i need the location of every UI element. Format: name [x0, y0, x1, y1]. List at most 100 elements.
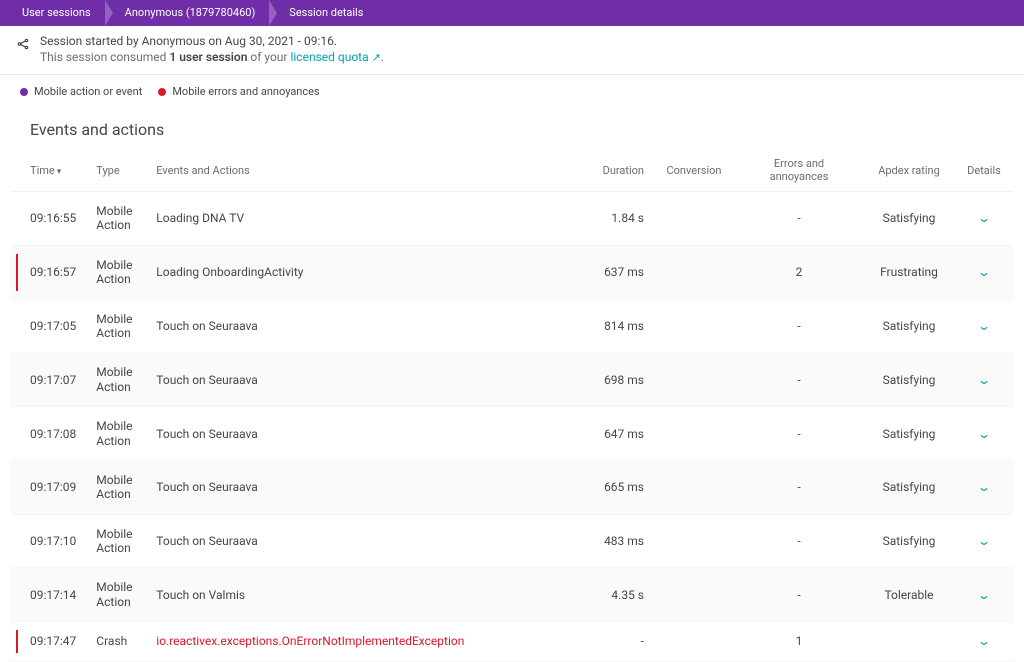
breadcrumb: User sessions Anonymous (1879780460) Ses… — [0, 0, 1024, 26]
expand-button[interactable]: ⌄ — [977, 319, 991, 333]
cell-action[interactable]: Touch on Seuraava — [146, 514, 584, 568]
cell-apdex: Satisfying — [864, 514, 954, 568]
section-title: Events and actions — [0, 102, 1024, 149]
cell-type: MobileAction — [86, 192, 146, 246]
cell-conversion — [654, 568, 734, 622]
breadcrumb-session-details[interactable]: Session details — [271, 0, 379, 26]
expand-button[interactable]: ⌄ — [977, 534, 991, 548]
cell-duration: 1.84 s — [584, 192, 654, 246]
table-row: 09:17:07MobileActionTouch on Seuraava698… — [10, 353, 1014, 407]
expand-button[interactable]: ⌄ — [977, 265, 991, 279]
cell-details: ⌄ — [954, 299, 1014, 353]
cell-apdex: Satisfying — [864, 460, 954, 514]
cell-conversion — [654, 514, 734, 568]
cell-action[interactable]: Touch on Seuraava — [146, 407, 584, 461]
licensed-quota-label: licensed quota — [290, 50, 368, 64]
cell-details: ⌄ — [954, 192, 1014, 246]
col-apdex[interactable]: Apdex rating — [864, 149, 954, 192]
cell-conversion — [654, 622, 734, 661]
table-row: 09:16:55MobileActionLoading DNA TV1.84 s… — [10, 192, 1014, 246]
cell-duration: - — [584, 622, 654, 661]
col-errors[interactable]: Errors and annoyances — [734, 149, 864, 192]
cell-time: 09:17:14 — [10, 568, 86, 622]
table-row: 09:17:10MobileActionTouch on Seuraava483… — [10, 514, 1014, 568]
session-start-text: Session started by Anonymous on Aug 30, … — [40, 34, 384, 48]
cell-time: 09:17:07 — [10, 353, 86, 407]
cell-apdex: Satisfying — [864, 407, 954, 461]
table-row: 09:17:14MobileActionTouch on Valmis4.35 … — [10, 568, 1014, 622]
share-icon — [16, 37, 30, 54]
cell-conversion — [654, 192, 734, 246]
cell-type: MobileAction — [86, 299, 146, 353]
cell-errors: - — [734, 460, 864, 514]
cell-action[interactable]: Touch on Seuraava — [146, 353, 584, 407]
session-header: Session started by Anonymous on Aug 30, … — [0, 26, 1024, 75]
col-conversion[interactable]: Conversion — [654, 149, 734, 192]
events-table: Time▾ Type Events and Actions Duration C… — [10, 149, 1014, 662]
cell-apdex: Frustrating — [864, 245, 954, 299]
breadcrumb-anonymous-user[interactable]: Anonymous (1879780460) — [107, 0, 272, 26]
cell-type: MobileAction — [86, 407, 146, 461]
legend: Mobile action or event Mobile errors and… — [0, 75, 1024, 102]
expand-button[interactable]: ⌄ — [977, 634, 991, 648]
cell-type: MobileAction — [86, 460, 146, 514]
dot-purple-icon — [20, 88, 28, 96]
cell-errors: - — [734, 299, 864, 353]
sort-caret-icon: ▾ — [57, 167, 62, 177]
table-row: 09:17:47Crashio.reactivex.exceptions.OnE… — [10, 622, 1014, 661]
cell-errors: 2 — [734, 245, 864, 299]
cell-type: MobileAction — [86, 353, 146, 407]
quota-count: 1 user session — [169, 50, 247, 64]
cell-apdex — [864, 622, 954, 661]
cell-duration: 665 ms — [584, 460, 654, 514]
table-row: 09:17:09MobileActionTouch on Seuraava665… — [10, 460, 1014, 514]
cell-action[interactable]: Loading DNA TV — [146, 192, 584, 246]
cell-errors: - — [734, 192, 864, 246]
table-row: 09:17:08MobileActionTouch on Seuraava647… — [10, 407, 1014, 461]
col-time[interactable]: Time▾ — [10, 149, 86, 192]
breadcrumb-user-sessions[interactable]: User sessions — [4, 0, 107, 26]
cell-details: ⌄ — [954, 245, 1014, 299]
legend-mobile-action: Mobile action or event — [20, 85, 142, 98]
expand-button[interactable]: ⌄ — [977, 211, 991, 225]
cell-action[interactable]: Loading OnboardingActivity — [146, 245, 584, 299]
cell-duration: 483 ms — [584, 514, 654, 568]
error-marker — [16, 630, 18, 652]
expand-button[interactable]: ⌄ — [977, 373, 991, 387]
cell-time: 09:17:10 — [10, 514, 86, 568]
cell-type: MobileAction — [86, 568, 146, 622]
licensed-quota-link[interactable]: licensed quota ↗ — [290, 50, 380, 64]
col-events[interactable]: Events and Actions — [146, 149, 584, 192]
col-type[interactable]: Type — [86, 149, 146, 192]
cell-details: ⌄ — [954, 353, 1014, 407]
external-link-icon: ↗ — [372, 51, 381, 64]
error-marker — [16, 254, 18, 291]
expand-button[interactable]: ⌄ — [977, 427, 991, 441]
cell-time: 09:17:09 — [10, 460, 86, 514]
cell-time: 09:17:47 — [10, 622, 86, 661]
cell-action[interactable]: io.reactivex.exceptions.OnErrorNotImplem… — [146, 622, 584, 661]
cell-action[interactable]: Touch on Seuraava — [146, 460, 584, 514]
cell-action[interactable]: Touch on Seuraava — [146, 299, 584, 353]
cell-details: ⌄ — [954, 407, 1014, 461]
cell-conversion — [654, 299, 734, 353]
expand-button[interactable]: ⌄ — [977, 480, 991, 494]
quota-mid: of your — [247, 50, 290, 64]
cell-errors: - — [734, 407, 864, 461]
cell-apdex: Tolerable — [864, 568, 954, 622]
session-quota-text: This session consumed 1 user session of … — [40, 50, 384, 64]
expand-button[interactable]: ⌄ — [977, 588, 991, 602]
cell-duration: 814 ms — [584, 299, 654, 353]
table-header-row: Time▾ Type Events and Actions Duration C… — [10, 149, 1014, 192]
cell-time: 09:16:57 — [10, 245, 86, 299]
table-row: 09:17:05MobileActionTouch on Seuraava814… — [10, 299, 1014, 353]
cell-action[interactable]: Touch on Valmis — [146, 568, 584, 622]
table-row: 09:16:57MobileActionLoading OnboardingAc… — [10, 245, 1014, 299]
cell-details: ⌄ — [954, 460, 1014, 514]
cell-duration: 698 ms — [584, 353, 654, 407]
col-duration[interactable]: Duration — [584, 149, 654, 192]
cell-time: 09:16:55 — [10, 192, 86, 246]
cell-type: MobileAction — [86, 514, 146, 568]
col-details[interactable]: Details — [954, 149, 1014, 192]
cell-errors: - — [734, 514, 864, 568]
